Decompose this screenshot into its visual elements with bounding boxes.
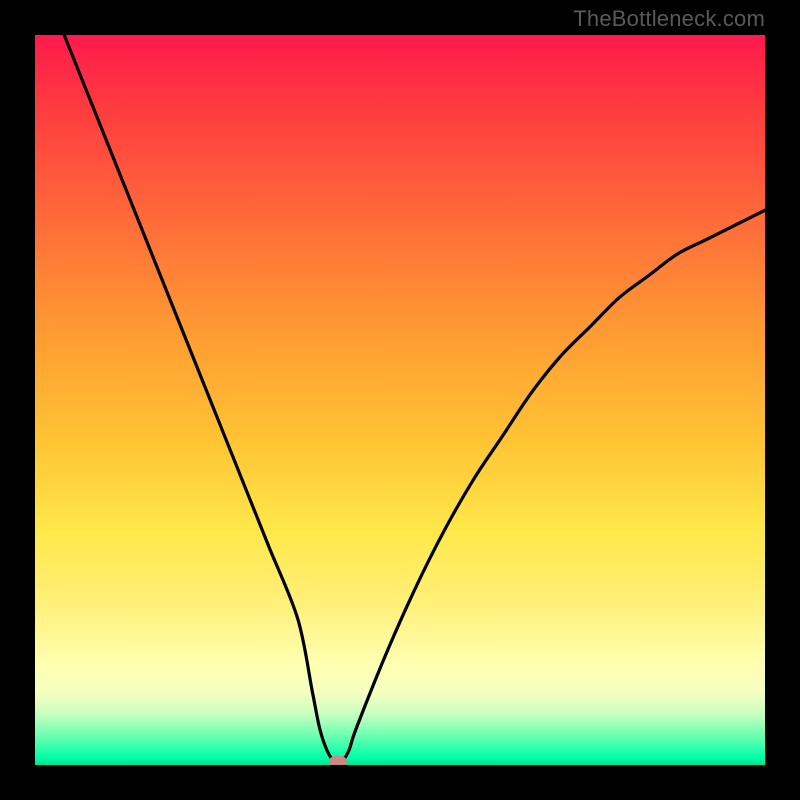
chart-frame: TheBottleneck.com bbox=[0, 0, 800, 800]
plot-area bbox=[35, 35, 765, 765]
curve-svg bbox=[35, 35, 765, 765]
bottleneck-curve bbox=[64, 35, 765, 763]
watermark-text: TheBottleneck.com bbox=[573, 6, 765, 32]
